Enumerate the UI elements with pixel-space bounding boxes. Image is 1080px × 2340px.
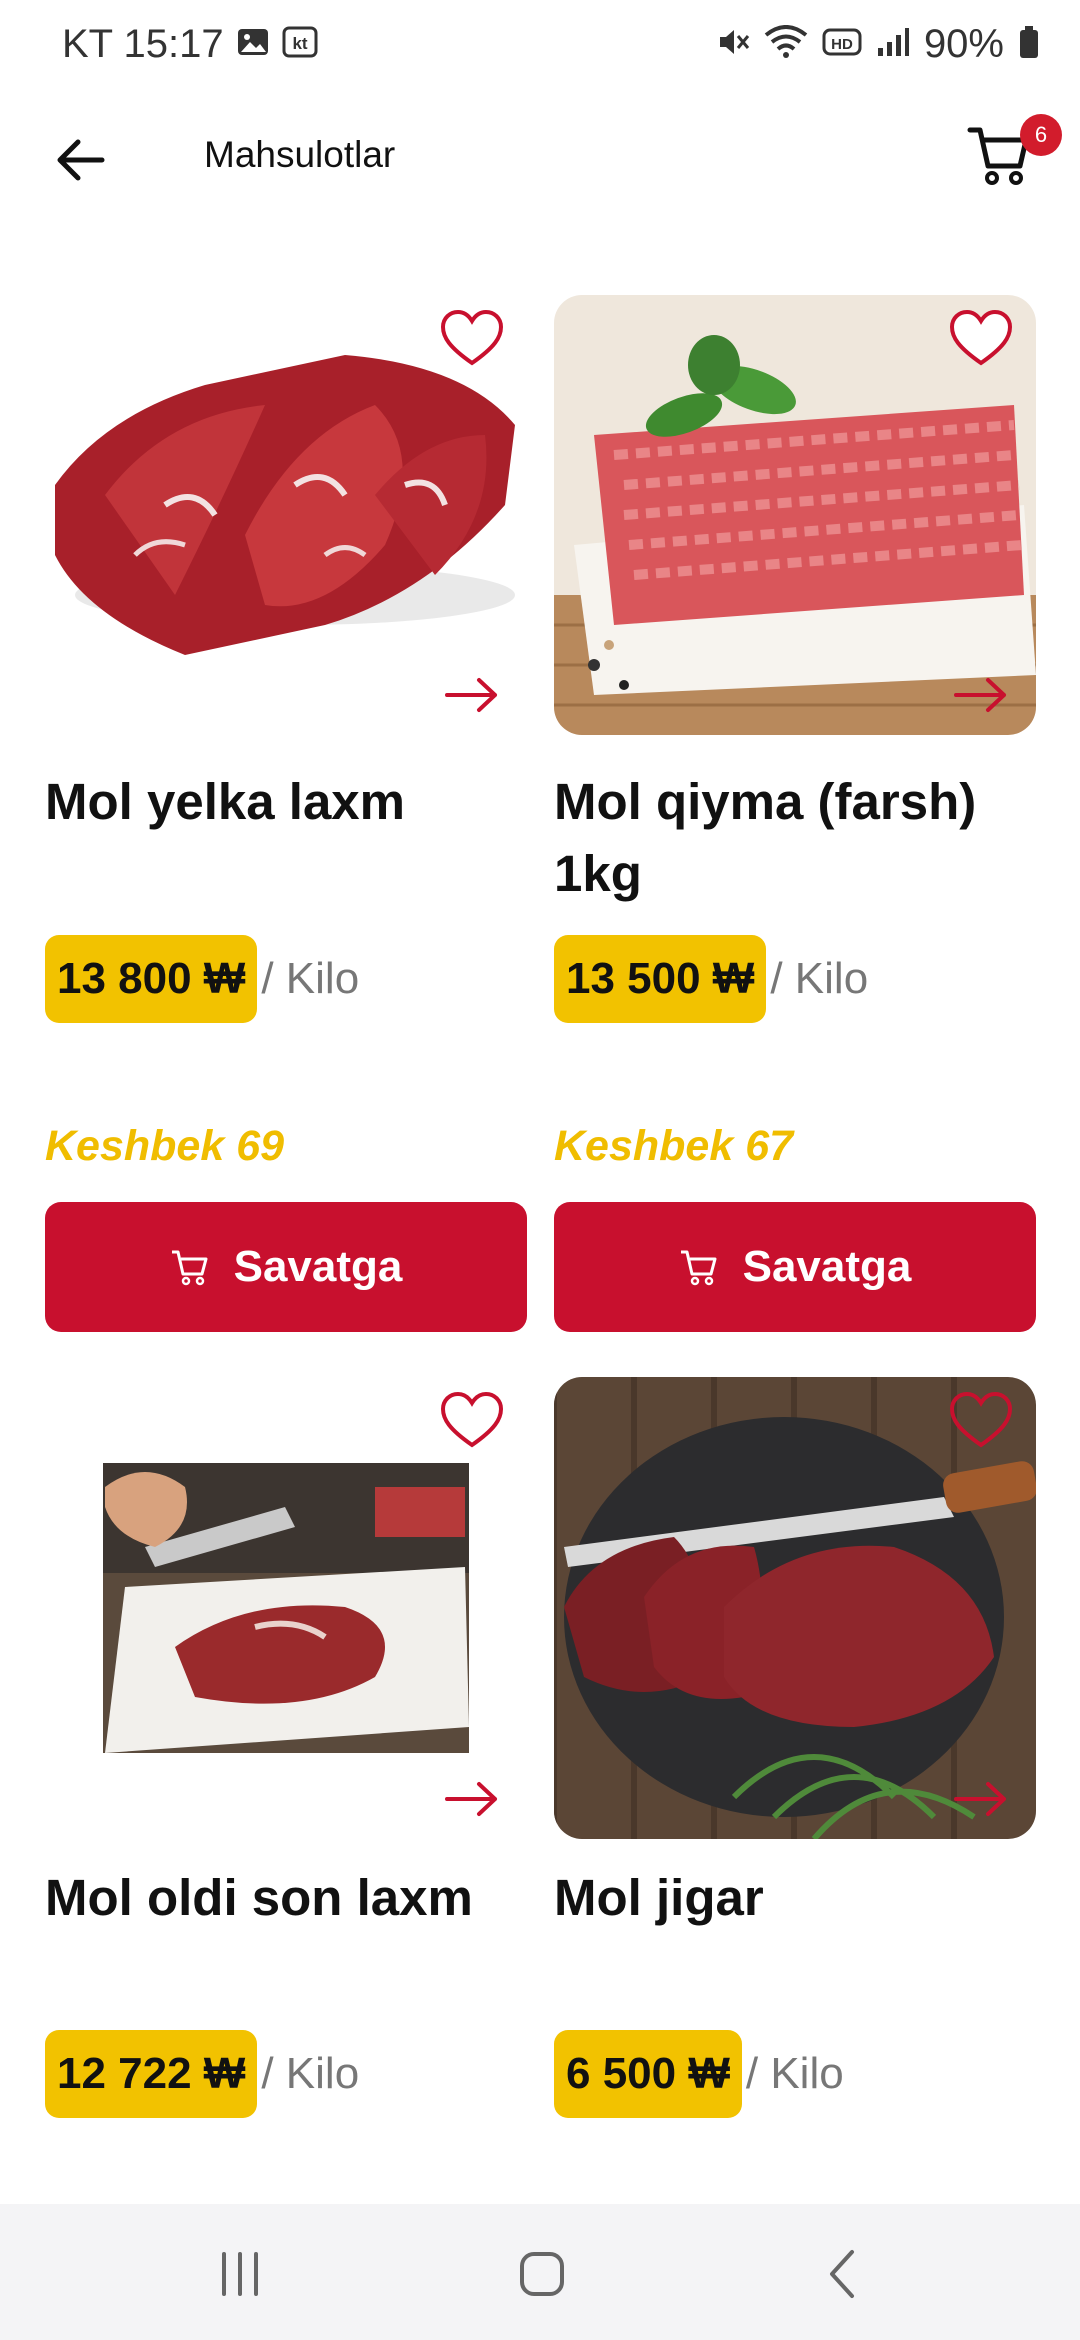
product-image[interactable] xyxy=(554,295,1036,735)
image-icon xyxy=(236,27,270,62)
status-time: KT 15:17 xyxy=(62,22,224,66)
battery-icon xyxy=(1018,25,1040,64)
arrow-right-icon[interactable] xyxy=(443,675,501,715)
page-title: Mahsulotlar xyxy=(204,134,396,175)
battery-percent: 90% xyxy=(923,22,1004,66)
status-left: KT 15:17 kt xyxy=(62,22,318,67)
product-image[interactable] xyxy=(45,295,527,735)
wifi-icon xyxy=(764,25,808,64)
price-badge: 13 500 ₩ xyxy=(554,935,767,1023)
svg-text:kt: kt xyxy=(292,34,307,53)
cart-count-badge: 6 xyxy=(1020,114,1062,156)
cashback-label: Keshbek 69 xyxy=(45,1122,285,1170)
price-unit: / Kilo xyxy=(261,954,360,1003)
product-image[interactable] xyxy=(45,1377,527,1839)
price-badge: 13 800 ₩ xyxy=(45,935,258,1023)
svg-text:HD: HD xyxy=(831,36,853,53)
cart-icon xyxy=(680,1250,717,1286)
arrow-left-icon xyxy=(57,139,105,181)
product-name[interactable]: Mol qiyma (farsh) 1kg xyxy=(554,766,1036,910)
back-button[interactable] xyxy=(44,124,116,196)
signal-icon xyxy=(876,26,910,63)
price-row: 13 500 ₩ / Kilo xyxy=(554,935,868,1023)
price-row: 6 500 ₩ / Kilo xyxy=(554,2030,844,2118)
product-name[interactable]: Mol jigar xyxy=(554,1862,1036,1934)
price-unit: / Kilo xyxy=(261,2049,360,2098)
add-to-cart-label: Savatga xyxy=(233,1242,403,1291)
product-name[interactable]: Mol yelka laxm xyxy=(45,766,527,838)
favorite-heart-icon[interactable] xyxy=(948,1391,1014,1451)
status-bar: KT 15:17 kt HD 90% xyxy=(0,0,1080,100)
arrow-right-icon[interactable] xyxy=(952,675,1010,715)
price-row: 13 800 ₩ / Kilo xyxy=(45,935,359,1023)
product-name[interactable]: Mol oldi son laxm xyxy=(45,1862,527,1934)
price-unit: / Kilo xyxy=(770,954,869,1003)
arrow-right-icon[interactable] xyxy=(952,1779,1010,1819)
cashback-label: Keshbek 67 xyxy=(554,1122,794,1170)
price-badge: 12 722 ₩ xyxy=(45,2030,258,2118)
recents-icon[interactable] xyxy=(210,2244,270,2304)
price-badge: 6 500 ₩ xyxy=(554,2030,742,2118)
home-icon[interactable] xyxy=(512,2244,572,2304)
add-to-cart-label: Savatga xyxy=(742,1242,912,1291)
arrow-right-icon[interactable] xyxy=(443,1779,501,1819)
screen: KT 15:17 kt HD 90% Mahsulotlar 6 Mol yel… xyxy=(0,0,1080,2340)
favorite-heart-icon[interactable] xyxy=(439,309,505,369)
favorite-heart-icon[interactable] xyxy=(948,309,1014,369)
add-to-cart-button[interactable]: Savatga xyxy=(45,1202,527,1332)
product-image[interactable] xyxy=(554,1377,1036,1839)
mute-icon xyxy=(716,25,750,64)
app-bar: Mahsulotlar 6 xyxy=(0,100,1080,220)
price-row: 12 722 ₩ / Kilo xyxy=(45,2030,359,2118)
hd-icon: HD xyxy=(822,27,862,62)
favorite-heart-icon[interactable] xyxy=(439,1391,505,1451)
add-to-cart-button[interactable]: Savatga xyxy=(554,1202,1036,1332)
system-nav-bar xyxy=(0,2204,1080,2340)
kt-icon: kt xyxy=(282,26,318,63)
price-unit: / Kilo xyxy=(745,2049,844,2098)
status-right: HD 90% xyxy=(716,22,1040,67)
cart-icon xyxy=(171,1250,208,1286)
back-icon[interactable] xyxy=(814,2244,874,2304)
